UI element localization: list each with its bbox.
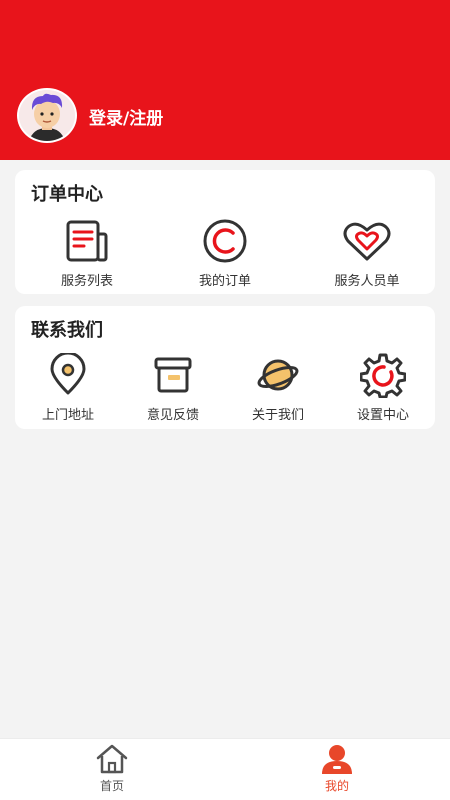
document-list-icon (66, 220, 108, 262)
feedback-label: 意见反馈 (146, 408, 199, 423)
contact-us-title: 联系我们 (31, 320, 103, 341)
visit-address-item[interactable]: 上门地址 (33, 352, 103, 423)
copyright-circle-icon (203, 219, 247, 263)
user-icon (322, 745, 352, 774)
tab-home[interactable]: 首页 (72, 743, 152, 794)
avatar[interactable] (17, 88, 77, 143)
planet-icon (257, 359, 299, 391)
order-center-card: 订单中心 服务列表 我的订单 服务人员单 (15, 170, 435, 294)
tab-mine-label: 我的 (324, 779, 349, 793)
settings-center-item[interactable]: 设置中心 (348, 352, 418, 423)
settings-center-label: 设置中心 (356, 408, 409, 423)
tab-home-label: 首页 (99, 779, 124, 793)
service-list-label: 服务列表 (60, 274, 113, 289)
contact-us-card: 联系我们 上门地址 意见反馈 关于我们 设置中心 (15, 306, 435, 429)
my-orders-item[interactable]: 我的订单 (190, 218, 260, 289)
about-us-item[interactable]: 关于我们 (243, 352, 313, 423)
home-icon (96, 744, 128, 774)
gear-icon (360, 353, 406, 398)
about-us-label: 关于我们 (251, 408, 304, 423)
feedback-item[interactable]: 意见反馈 (138, 352, 208, 423)
location-pin-icon (50, 353, 86, 395)
archive-box-icon (154, 357, 192, 393)
tab-mine[interactable]: 我的 (297, 743, 377, 794)
service-list-item[interactable]: 服务列表 (52, 218, 122, 289)
service-staff-orders-label: 服务人员单 (334, 274, 400, 289)
login-register-link[interactable]: 登录/注册 (89, 104, 163, 129)
bottom-tab-bar: 首页 我的 (0, 738, 450, 800)
visit-address-label: 上门地址 (41, 408, 94, 423)
avatar-face-icon (19, 90, 75, 141)
order-center-title: 订单中心 (31, 184, 103, 205)
my-orders-label: 我的订单 (198, 274, 251, 289)
service-staff-orders-item[interactable]: 服务人员单 (327, 218, 407, 289)
heart-icon (343, 222, 391, 261)
profile-header: 登录/注册 (0, 0, 450, 160)
